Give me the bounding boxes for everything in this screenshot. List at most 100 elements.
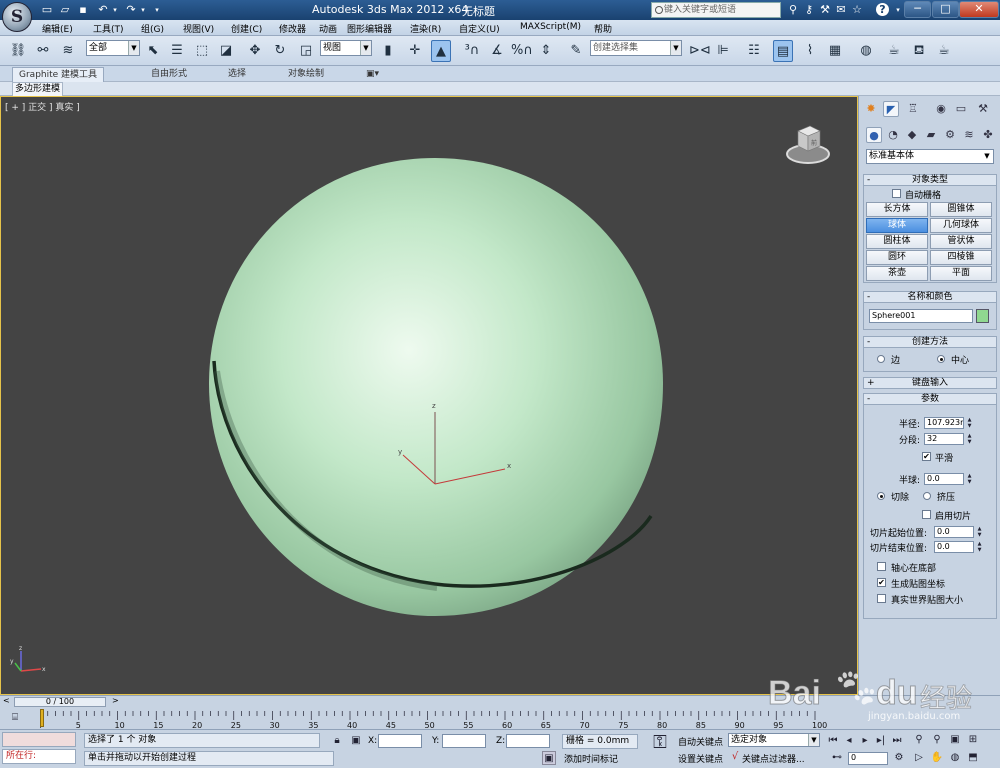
save-file-icon[interactable]: ▪	[74, 2, 92, 18]
teapot-button[interactable]: 茶壶	[866, 266, 928, 281]
selected-set-dropdown[interactable]: 选定对象 ▼	[728, 733, 820, 747]
set-key-label[interactable]: 设置关键点	[678, 752, 723, 765]
help-search-input[interactable]: 键入关键字或短语	[651, 2, 781, 18]
hemisphere-field[interactable]: 0.0	[924, 473, 964, 485]
menu-modifiers[interactable]: 修改器	[279, 22, 306, 35]
space-warps-icon[interactable]: ≋	[961, 127, 977, 143]
menu-group[interactable]: 组(G)	[141, 22, 164, 35]
communication-icon[interactable]: ✉	[834, 3, 848, 17]
select-by-name-icon[interactable]: ☰	[167, 40, 187, 62]
graphite-toggle-icon[interactable]: ▤	[773, 40, 793, 62]
pan-icon[interactable]: ✋	[930, 751, 944, 765]
maxscript-line-label[interactable]: 所在行:	[2, 749, 76, 764]
current-frame-field[interactable]: 0	[848, 752, 888, 765]
viewport-label[interactable]: [ + ] 正交 ] 真实 ]	[5, 100, 80, 113]
track-bar[interactable]: ⌸ 05101520253035404550556065707580859095…	[0, 707, 1000, 730]
tab-selection[interactable]: 选择	[222, 67, 252, 82]
lights-icon[interactable]: ◆	[904, 127, 920, 143]
app-menu-button[interactable]: S	[2, 2, 32, 32]
schematic-view-icon[interactable]: ▦	[825, 40, 845, 62]
z-coord-field[interactable]	[506, 734, 550, 748]
favorites-icon[interactable]: ☆	[850, 3, 864, 17]
hemisphere-spinner[interactable]: ▲ ▼	[966, 473, 973, 485]
key-icon[interactable]: ⚷	[802, 3, 816, 17]
menu-tools[interactable]: 工具(T)	[93, 22, 124, 35]
named-selection-dropdown[interactable]: 创建选择集 ▼	[590, 40, 682, 56]
radius-spinner[interactable]: ▲ ▼	[966, 417, 973, 429]
create-tab-icon[interactable]: ✸	[863, 101, 879, 117]
key-filter-icon[interactable]: √	[728, 750, 742, 764]
unlink-icon[interactable]: ⚯	[33, 40, 53, 62]
minimize-button[interactable]: ─	[904, 1, 931, 18]
edit-named-selection-icon[interactable]: ✎	[566, 40, 586, 62]
object-name-field[interactable]: Sphere001	[869, 309, 973, 323]
menu-graph-editors[interactable]: 图形编辑器	[347, 22, 392, 35]
percent-snap-icon[interactable]: %∩	[511, 40, 533, 62]
edge-radio[interactable]	[877, 355, 885, 363]
new-file-icon[interactable]: ▭	[38, 2, 56, 18]
add-time-tag-label[interactable]: 添加时间标记	[564, 752, 618, 765]
motion-tab-icon[interactable]: ◉	[933, 101, 949, 117]
selection-filter-dropdown[interactable]: 全部 ▼	[86, 40, 140, 56]
zoom-all-icon[interactable]: ⚲	[930, 733, 944, 747]
render-production-icon[interactable]: ☕	[934, 40, 954, 62]
squash-radio[interactable]	[923, 492, 931, 500]
quick-access-dropdown-icon[interactable]: ▾	[148, 2, 166, 18]
time-tag-icon[interactable]: ▣	[542, 751, 556, 765]
segments-field[interactable]: 32	[924, 433, 964, 445]
tab-freeform[interactable]: 自由形式	[145, 67, 193, 82]
mini-curve-editor-icon[interactable]: ⌸	[8, 711, 22, 725]
select-rotate-icon[interactable]: ↻	[270, 40, 290, 62]
hierarchy-tab-icon[interactable]: ♖	[905, 101, 921, 117]
bind-space-warp-icon[interactable]: ≋	[58, 40, 78, 62]
cylinder-button[interactable]: 圆柱体	[866, 234, 928, 249]
zoom-extents-icon[interactable]: ▣	[948, 733, 962, 747]
menu-animation[interactable]: 动画	[319, 22, 337, 35]
display-tab-icon[interactable]: ▭	[953, 101, 969, 117]
modify-tab-icon[interactable]: ◤	[883, 101, 899, 117]
pivot-center-icon[interactable]: ▮	[378, 40, 398, 62]
menu-customize[interactable]: 自定义(U)	[459, 22, 500, 35]
menu-edit[interactable]: 编辑(E)	[42, 22, 73, 35]
field-of-view-icon[interactable]: ▷	[912, 751, 926, 765]
maximize-button[interactable]: □	[932, 1, 959, 18]
tab-graphite-modeling[interactable]: Graphite 建模工具	[12, 67, 105, 82]
layer-manager-icon[interactable]: ☷	[744, 40, 764, 62]
shapes-icon[interactable]: ◔	[885, 127, 901, 143]
mirror-icon[interactable]: ⊳⊲	[689, 40, 711, 62]
rendered-frame-window-icon[interactable]: ⛾	[909, 40, 929, 62]
absolute-mode-icon[interactable]: ▣	[349, 734, 363, 748]
maxscript-mini-listener[interactable]	[2, 732, 76, 747]
menu-help[interactable]: 帮助	[594, 22, 612, 35]
systems-icon[interactable]: ✤	[980, 127, 996, 143]
sphere-button[interactable]: 球体	[866, 218, 928, 233]
time-next-icon[interactable]: >	[112, 696, 119, 705]
radius-field[interactable]: 107.923m	[924, 417, 964, 429]
object-category-dropdown[interactable]: 标准基本体 ▼	[866, 149, 994, 164]
rectangular-selection-icon[interactable]: ⬚	[192, 40, 212, 62]
autogrid-checkbox[interactable]	[892, 189, 901, 198]
slice-to-spinner[interactable]: ▲ ▼	[976, 541, 983, 553]
real-world-checkbox[interactable]	[877, 594, 886, 603]
tools-icon[interactable]: ⚒	[818, 3, 832, 17]
object-color-swatch[interactable]	[976, 309, 989, 323]
select-scale-icon[interactable]: ◲	[296, 40, 316, 62]
object-type-rollout-header[interactable]: - 对象类型	[863, 174, 997, 186]
time-config-icon[interactable]: ⚙	[892, 751, 906, 765]
perspective-viewport[interactable]: [ + ] 正交 ] 真实 ] z x y 前 z x y	[0, 96, 858, 695]
help-dropdown-icon[interactable]: ▾	[891, 3, 905, 17]
viewcube[interactable]: 前	[785, 121, 831, 167]
render-setup-icon[interactable]: ☕	[884, 40, 904, 62]
angle-snap-icon[interactable]: ∡	[487, 40, 507, 62]
zoom-extents-all-icon[interactable]: ⊞	[966, 733, 980, 747]
goto-end-icon[interactable]: ⏭	[890, 734, 904, 748]
select-object-icon[interactable]: ⬉	[143, 40, 163, 62]
center-radio[interactable]	[937, 355, 945, 363]
parameters-rollout-header[interactable]: - 参数	[863, 393, 997, 405]
menu-create[interactable]: 创建(C)	[231, 22, 262, 35]
geosphere-button[interactable]: 几何球体	[930, 218, 992, 233]
key-filters-label[interactable]: 关键点过滤器...	[742, 752, 805, 765]
keyboard-entry-rollout-header[interactable]: + 键盘输入	[863, 377, 997, 389]
lock-selection-icon[interactable]: 🔒︎	[330, 734, 344, 748]
select-manipulate-icon[interactable]: ✛	[405, 40, 425, 62]
